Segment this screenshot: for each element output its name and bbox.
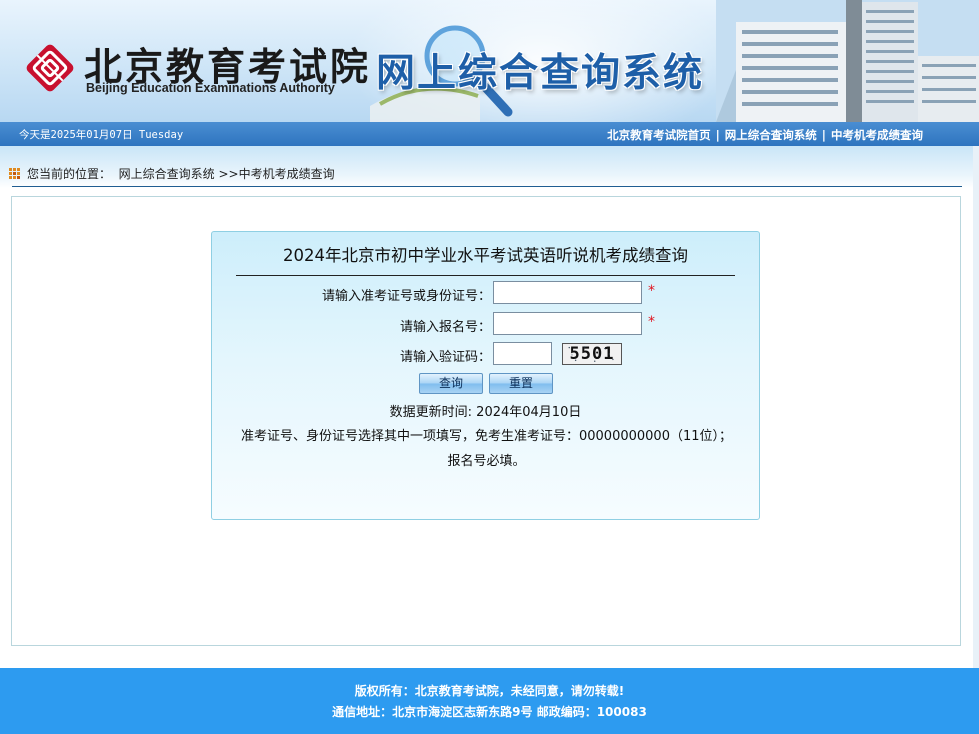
- required-mark: *: [648, 314, 655, 330]
- logo-icon: [26, 44, 74, 92]
- nav-separator: |: [821, 128, 826, 142]
- grid-icon: [9, 168, 20, 179]
- top-nav-links: 北京教育考试院首页 | 网上综合查询系统 | 中考机考成绩查询: [607, 127, 923, 143]
- registration-number-input[interactable]: [493, 312, 642, 335]
- breadcrumb-divider: [12, 186, 962, 187]
- breadcrumb-link-system[interactable]: 网上综合查询系统: [119, 167, 215, 181]
- captcha-input[interactable]: [493, 342, 552, 365]
- top-nav-bar: 今天是2025年01月07日 Tuesday 北京教育考试院首页 | 网上综合查询系…: [0, 122, 979, 146]
- query-panel: 2024年北京市初中学业水平考试英语听说机考成绩查询 请输入准考证号或身份证号：…: [211, 231, 760, 520]
- instruction-note: 准考证号、身份证号选择其中一项填写，免考生准考证号：00000000000（11…: [240, 429, 733, 469]
- breadcrumb: 您当前的位置： 网上综合查询系统 >>中考机考成绩查询: [9, 165, 335, 182]
- query-button[interactable]: 查询: [419, 373, 483, 394]
- id-number-label: 请输入准考证号或身份证号：: [321, 289, 491, 304]
- building-illustration: [716, 0, 979, 122]
- captcha-image[interactable]: 5501: [562, 343, 622, 365]
- registration-number-row: 请输入报名号： *: [212, 312, 761, 336]
- nav-link-score-query[interactable]: 中考机考成绩查询: [831, 128, 923, 142]
- system-title: 网上综合查询系统: [376, 51, 705, 96]
- data-update-time: 数据更新时间: 2024年04月10日: [389, 405, 582, 420]
- reset-button[interactable]: 重置: [489, 373, 553, 394]
- captcha-row: 请输入验证码： 5501: [212, 342, 761, 366]
- footer: 版权所有：北京教育考试院，未经同意，请勿转载! 通信地址：北京市海淀区志新东路9…: [0, 668, 979, 734]
- nav-link-home[interactable]: 北京教育考试院首页: [607, 128, 711, 142]
- id-number-row: 请输入准考证号或身份证号： *: [212, 281, 761, 305]
- footer-copyright: 版权所有：北京教育考试院，未经同意，请勿转载!: [354, 684, 625, 698]
- header-banner: 北京教育考试院 Beijing Education Examinations A…: [0, 0, 979, 122]
- breadcrumb-area: 您当前的位置： 网上综合查询系统 >>中考机考成绩查询: [0, 146, 979, 188]
- required-mark: *: [648, 283, 655, 299]
- captcha-text: 5501: [569, 344, 615, 364]
- logo-english-name: Beijing Education Examinations Authority: [86, 81, 335, 95]
- footer-address: 通信地址：北京市海淀区志新东路9号 邮政编码：100083: [332, 705, 647, 719]
- nav-separator: |: [715, 128, 720, 142]
- page-edge: [973, 146, 979, 668]
- captcha-label: 请输入验证码：: [399, 350, 491, 365]
- current-date: 今天是2025年01月07日 Tuesday: [19, 129, 184, 141]
- title-divider: [236, 275, 735, 276]
- breadcrumb-prefix: 您当前的位置：: [27, 167, 112, 181]
- id-number-input[interactable]: [493, 281, 642, 304]
- breadcrumb-current: >>中考机考成绩查询: [218, 167, 335, 181]
- query-title: 2024年北京市初中学业水平考试英语听说机考成绩查询: [283, 246, 688, 265]
- registration-number-label: 请输入报名号：: [399, 320, 491, 335]
- nav-link-query-system[interactable]: 网上综合查询系统: [725, 128, 817, 142]
